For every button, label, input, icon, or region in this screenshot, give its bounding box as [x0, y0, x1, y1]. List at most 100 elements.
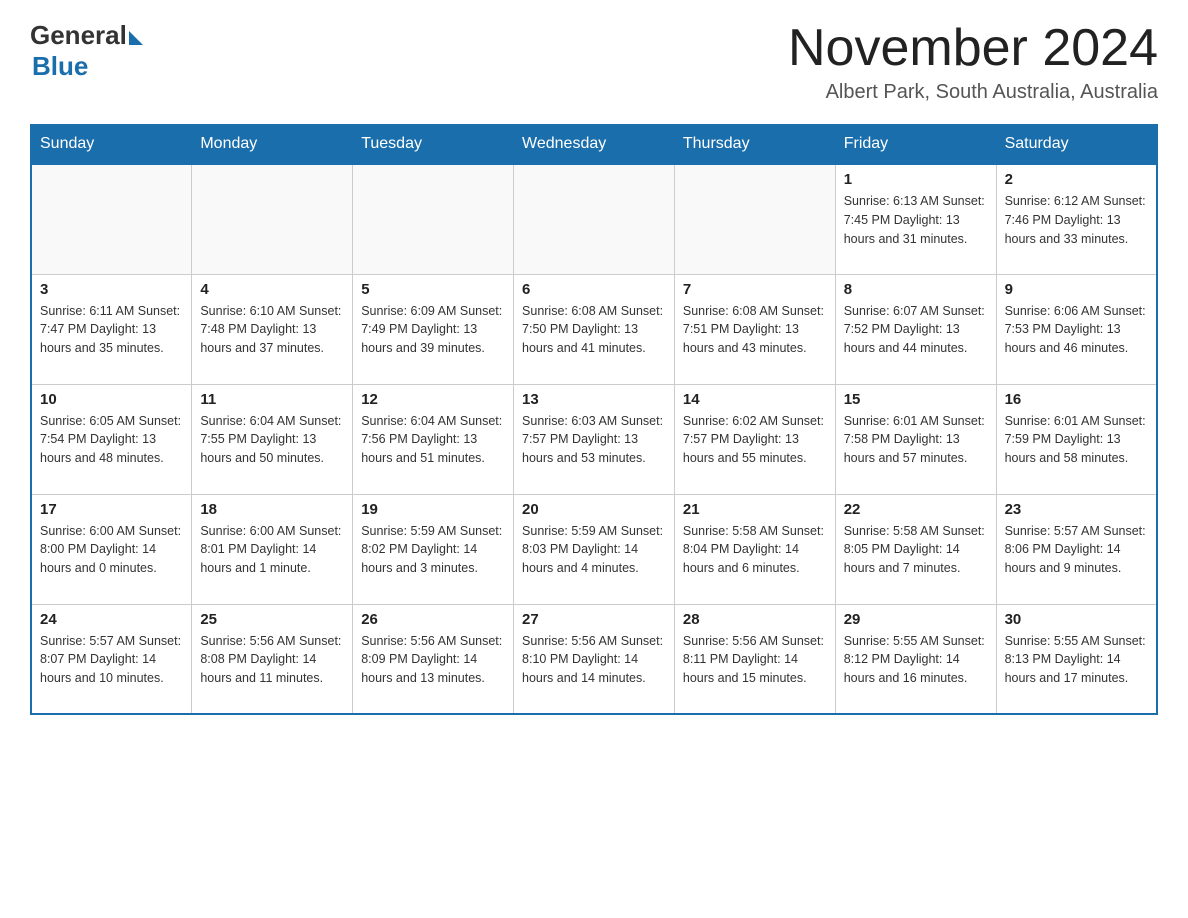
calendar-location: Albert Park, South Australia, Australia [788, 81, 1158, 104]
logo-general-text: General [30, 20, 127, 51]
day-info: Sunrise: 6:12 AM Sunset: 7:46 PM Dayligh… [1005, 192, 1148, 248]
day-info: Sunrise: 5:56 AM Sunset: 8:11 PM Dayligh… [683, 632, 827, 688]
header-thursday: Thursday [674, 125, 835, 165]
week-row-1: 1Sunrise: 6:13 AM Sunset: 7:45 PM Daylig… [31, 164, 1157, 274]
week-row-4: 17 Sunrise: 6:00 AM Sunset: 8:00 PM Dayli… [31, 494, 1157, 604]
day-info: Sunrise: 6:05 AM Sunset: 7:54 PM Dayligh… [40, 412, 183, 468]
day-cell [31, 164, 192, 274]
header-wednesday: Wednesday [514, 125, 675, 165]
day-cell [192, 164, 353, 274]
week-row-5: 24 Sunrise: 5:57 AM Sunset: 8:07 PM Dayli… [31, 604, 1157, 714]
day-cell: 1Sunrise: 6:13 AM Sunset: 7:45 PM Daylig… [835, 164, 996, 274]
day-number: 19 [361, 501, 505, 518]
day-number: 24 [40, 611, 183, 628]
day-cell: 21 Sunrise: 5:58 AM Sunset: 8:04 PM Dayli… [674, 494, 835, 604]
day-number: 26 [361, 611, 505, 628]
day-info: Sunrise: 5:56 AM Sunset: 8:09 PM Dayligh… [361, 632, 505, 688]
day-cell: 30Sunrise: 5:55 AM Sunset: 8:13 PM Dayli… [996, 604, 1157, 714]
day-cell: 26 Sunrise: 5:56 AM Sunset: 8:09 PM Dayli… [353, 604, 514, 714]
day-number: 2 [1005, 171, 1148, 188]
day-cell: 16Sunrise: 6:01 AM Sunset: 7:59 PM Dayli… [996, 384, 1157, 494]
day-info: Sunrise: 6:00 AM Sunset: 8:00 PM Dayligh… [40, 522, 183, 578]
day-cell: 7Sunrise: 6:08 AM Sunset: 7:51 PM Daylig… [674, 274, 835, 384]
day-cell: 28 Sunrise: 5:56 AM Sunset: 8:11 PM Dayli… [674, 604, 835, 714]
day-cell: 4Sunrise: 6:10 AM Sunset: 7:48 PM Daylig… [192, 274, 353, 384]
day-cell: 10 Sunrise: 6:05 AM Sunset: 7:54 PM Dayli… [31, 384, 192, 494]
header-saturday: Saturday [996, 125, 1157, 165]
day-info: Sunrise: 6:00 AM Sunset: 8:01 PM Dayligh… [200, 522, 344, 578]
day-info: Sunrise: 6:09 AM Sunset: 7:49 PM Dayligh… [361, 302, 505, 358]
day-cell: 24 Sunrise: 5:57 AM Sunset: 8:07 PM Dayli… [31, 604, 192, 714]
day-info: Sunrise: 6:04 AM Sunset: 7:56 PM Dayligh… [361, 412, 505, 468]
week-row-2: 3Sunrise: 6:11 AM Sunset: 7:47 PM Daylig… [31, 274, 1157, 384]
day-info: Sunrise: 6:01 AM Sunset: 7:58 PM Dayligh… [844, 412, 988, 468]
day-info: Sunrise: 5:56 AM Sunset: 8:08 PM Dayligh… [200, 632, 344, 688]
day-number: 14 [683, 391, 827, 408]
header-sunday: Sunday [31, 125, 192, 165]
header-friday: Friday [835, 125, 996, 165]
day-info: Sunrise: 6:06 AM Sunset: 7:53 PM Dayligh… [1005, 302, 1148, 358]
day-info: Sunrise: 5:59 AM Sunset: 8:03 PM Dayligh… [522, 522, 666, 578]
day-cell: 13 Sunrise: 6:03 AM Sunset: 7:57 PM Dayli… [514, 384, 675, 494]
day-cell: 25 Sunrise: 5:56 AM Sunset: 8:08 PM Dayli… [192, 604, 353, 714]
day-cell: 8Sunrise: 6:07 AM Sunset: 7:52 PM Daylig… [835, 274, 996, 384]
day-cell: 27Sunrise: 5:56 AM Sunset: 8:10 PM Dayli… [514, 604, 675, 714]
day-cell: 18Sunrise: 6:00 AM Sunset: 8:01 PM Dayli… [192, 494, 353, 604]
header-tuesday: Tuesday [353, 125, 514, 165]
day-cell: 6 Sunrise: 6:08 AM Sunset: 7:50 PM Daylig… [514, 274, 675, 384]
day-info: Sunrise: 6:07 AM Sunset: 7:52 PM Dayligh… [844, 302, 988, 358]
day-info: Sunrise: 5:56 AM Sunset: 8:10 PM Dayligh… [522, 632, 666, 688]
day-number: 10 [40, 391, 183, 408]
day-cell [353, 164, 514, 274]
day-number: 29 [844, 611, 988, 628]
day-number: 11 [200, 391, 344, 408]
day-cell: 2 Sunrise: 6:12 AM Sunset: 7:46 PM Daylig… [996, 164, 1157, 274]
calendar-title: November 2024 [788, 20, 1158, 77]
day-info: Sunrise: 5:57 AM Sunset: 8:07 PM Dayligh… [40, 632, 183, 688]
day-number: 30 [1005, 611, 1148, 628]
day-number: 22 [844, 501, 988, 518]
page-header: General Blue November 2024 Albert Park, … [30, 20, 1158, 104]
day-number: 28 [683, 611, 827, 628]
day-info: Sunrise: 6:10 AM Sunset: 7:48 PM Dayligh… [200, 302, 344, 358]
day-info: Sunrise: 6:01 AM Sunset: 7:59 PM Dayligh… [1005, 412, 1148, 468]
calendar-header-row: SundayMondayTuesdayWednesdayThursdayFrid… [31, 125, 1157, 165]
day-number: 15 [844, 391, 988, 408]
day-number: 6 [522, 281, 666, 298]
title-block: November 2024 Albert Park, South Austral… [788, 20, 1158, 104]
day-number: 21 [683, 501, 827, 518]
day-info: Sunrise: 6:08 AM Sunset: 7:50 PM Dayligh… [522, 302, 666, 358]
day-number: 25 [200, 611, 344, 628]
day-number: 23 [1005, 501, 1148, 518]
day-cell: 15 Sunrise: 6:01 AM Sunset: 7:58 PM Dayli… [835, 384, 996, 494]
day-info: Sunrise: 5:58 AM Sunset: 8:05 PM Dayligh… [844, 522, 988, 578]
week-row-3: 10 Sunrise: 6:05 AM Sunset: 7:54 PM Dayli… [31, 384, 1157, 494]
day-info: Sunrise: 6:08 AM Sunset: 7:51 PM Dayligh… [683, 302, 827, 358]
day-cell: 22 Sunrise: 5:58 AM Sunset: 8:05 PM Dayli… [835, 494, 996, 604]
day-number: 9 [1005, 281, 1148, 298]
day-cell: 5 Sunrise: 6:09 AM Sunset: 7:49 PM Daylig… [353, 274, 514, 384]
day-cell: 14 Sunrise: 6:02 AM Sunset: 7:57 PM Dayli… [674, 384, 835, 494]
day-number: 20 [522, 501, 666, 518]
day-info: Sunrise: 5:59 AM Sunset: 8:02 PM Dayligh… [361, 522, 505, 578]
day-info: Sunrise: 6:03 AM Sunset: 7:57 PM Dayligh… [522, 412, 666, 468]
day-cell: 17 Sunrise: 6:00 AM Sunset: 8:00 PM Dayli… [31, 494, 192, 604]
day-number: 5 [361, 281, 505, 298]
day-cell [674, 164, 835, 274]
day-cell: 29 Sunrise: 5:55 AM Sunset: 8:12 PM Dayli… [835, 604, 996, 714]
day-number: 13 [522, 391, 666, 408]
day-cell: 9 Sunrise: 6:06 AM Sunset: 7:53 PM Daylig… [996, 274, 1157, 384]
day-info: Sunrise: 5:55 AM Sunset: 8:12 PM Dayligh… [844, 632, 988, 688]
calendar-table: SundayMondayTuesdayWednesdayThursdayFrid… [30, 124, 1158, 715]
day-info: Sunrise: 5:58 AM Sunset: 8:04 PM Dayligh… [683, 522, 827, 578]
logo: General Blue [30, 20, 143, 82]
day-info: Sunrise: 6:04 AM Sunset: 7:55 PM Dayligh… [200, 412, 344, 468]
day-number: 17 [40, 501, 183, 518]
day-number: 1 [844, 171, 988, 188]
day-info: Sunrise: 6:02 AM Sunset: 7:57 PM Dayligh… [683, 412, 827, 468]
day-number: 3 [40, 281, 183, 298]
logo-triangle-icon [129, 31, 143, 45]
logo-blue-text: Blue [32, 51, 88, 82]
day-info: Sunrise: 5:57 AM Sunset: 8:06 PM Dayligh… [1005, 522, 1148, 578]
day-cell: 12Sunrise: 6:04 AM Sunset: 7:56 PM Dayli… [353, 384, 514, 494]
